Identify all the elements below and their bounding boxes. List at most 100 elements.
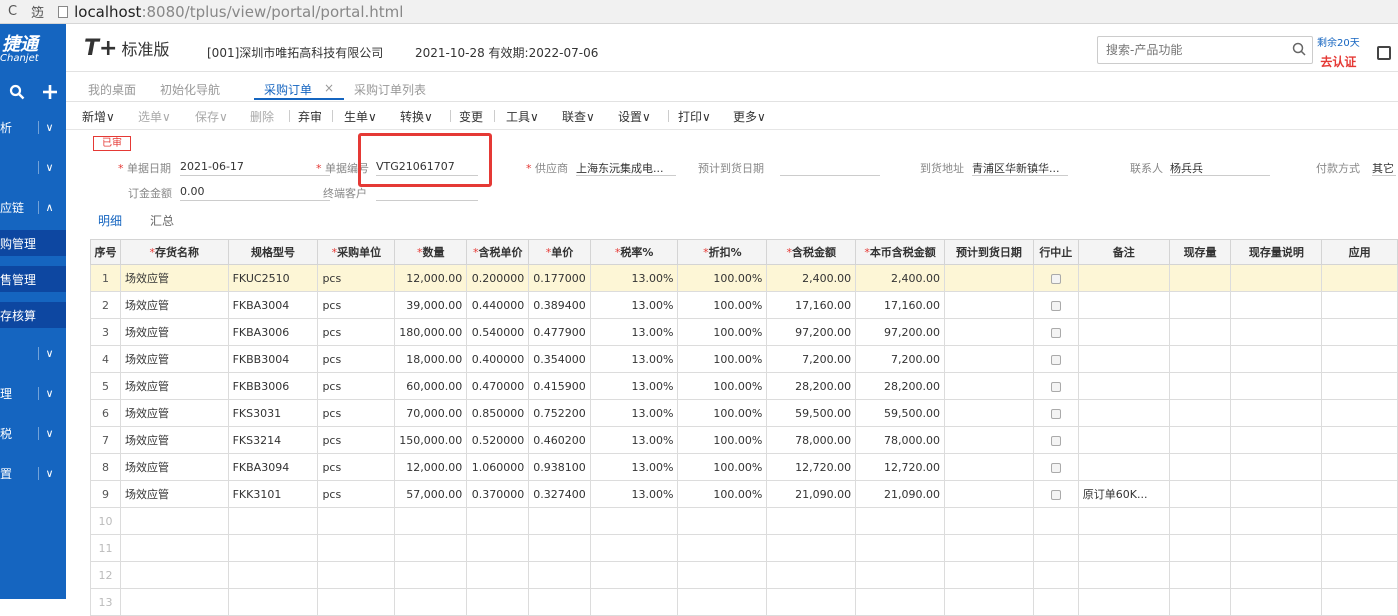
table-row-empty[interactable]: 12 [90, 561, 1398, 589]
table-cell[interactable] [944, 291, 1034, 319]
table-cell[interactable] [1032, 588, 1079, 616]
cell-local-amount[interactable]: 7,200.00 [855, 345, 946, 373]
cell-local-amount[interactable]: 78,000.00 [855, 426, 946, 454]
cell-discount[interactable]: 100.00% [677, 372, 768, 400]
change-button[interactable]: 变更 [459, 108, 483, 125]
table-cell[interactable] [766, 561, 857, 589]
tools-button[interactable]: 工具∨ [506, 108, 539, 125]
table-cell[interactable] [766, 534, 857, 562]
table-cell[interactable] [1230, 264, 1323, 292]
cell-tax-price[interactable]: 0.850000 [466, 399, 530, 427]
print-button[interactable]: 打印∨ [678, 108, 711, 125]
cell-unit[interactable]: pcs [317, 453, 396, 481]
table-row[interactable]: 8 场效应管 FKBA3094 pcs 12,000.00 1.060000 0.93810… [90, 453, 1398, 481]
table-cell[interactable] [1077, 534, 1170, 562]
cell-unit[interactable]: pcs [317, 291, 396, 319]
tab-detail[interactable]: 明细 [98, 212, 122, 229]
table-cell[interactable] [1077, 588, 1170, 616]
cell-discount[interactable]: 100.00% [677, 345, 768, 373]
cell-discount[interactable]: 100.00% [677, 264, 768, 292]
tab-desktop[interactable]: 我的桌面 [88, 81, 136, 98]
table-cell[interactable] [944, 372, 1034, 400]
tab-purchase-order[interactable]: 采购订单 [264, 81, 312, 98]
cell-spec[interactable]: FKBA3004 [227, 291, 319, 319]
table-cell[interactable] [944, 399, 1034, 427]
line-stop-cell[interactable] [1032, 453, 1079, 481]
cell-qty[interactable]: 39,000.00 [394, 291, 468, 319]
table-cell[interactable] [1230, 345, 1323, 373]
table-cell[interactable] [1230, 318, 1323, 346]
table-cell[interactable] [1230, 399, 1323, 427]
cell-unit[interactable]: pcs [317, 264, 396, 292]
table-cell[interactable] [1321, 507, 1398, 535]
table-cell[interactable] [1168, 399, 1232, 427]
cell-tax-price[interactable]: 1.060000 [466, 453, 530, 481]
cell-discount[interactable]: 100.00% [677, 480, 768, 508]
cell-amount[interactable]: 17,160.00 [766, 291, 857, 319]
cell-idx[interactable]: 2 [90, 291, 121, 319]
table-cell[interactable] [1168, 426, 1232, 454]
cell-remark[interactable] [1077, 291, 1170, 319]
cell-qty[interactable]: 57,000.00 [394, 480, 468, 508]
cell-remark[interactable] [1077, 453, 1170, 481]
sidebar-sub-sales[interactable]: 售管理 [0, 266, 66, 292]
cell-tax-price[interactable]: 0.540000 [466, 318, 530, 346]
checkbox-icon[interactable] [1050, 354, 1061, 365]
table-cell[interactable] [1230, 507, 1323, 535]
sidebar-sub-inventory[interactable]: 存核算 [0, 302, 66, 328]
table-cell[interactable] [1168, 372, 1232, 400]
cell-local-amount[interactable]: 21,090.00 [855, 480, 946, 508]
cell-idx[interactable]: 4 [90, 345, 121, 373]
cell-spec[interactable]: FKS3214 [227, 426, 319, 454]
cell-spec[interactable]: FKBA3006 [227, 318, 319, 346]
column-header[interactable]: 现存量说明 [1230, 239, 1323, 265]
table-cell[interactable] [677, 534, 768, 562]
table-cell[interactable] [528, 561, 591, 589]
cell-tax-rate[interactable]: 13.00% [589, 480, 679, 508]
table-cell[interactable] [677, 561, 768, 589]
table-cell[interactable] [1230, 561, 1323, 589]
query-button[interactable]: 联查∨ [562, 108, 595, 125]
cell-name[interactable]: 场效应管 [119, 399, 229, 427]
checkbox-icon[interactable] [1050, 462, 1061, 473]
column-header[interactable]: *单价 [528, 239, 591, 265]
table-cell[interactable] [855, 534, 946, 562]
table-cell[interactable] [1077, 507, 1170, 535]
checkbox-icon[interactable] [1050, 435, 1061, 446]
table-cell[interactable] [677, 507, 768, 535]
generate-button[interactable]: 生单∨ [344, 108, 377, 125]
line-stop-cell[interactable] [1032, 291, 1079, 319]
trash-icon[interactable]: 笾 [31, 2, 44, 21]
cell-remark[interactable] [1077, 426, 1170, 454]
table-cell[interactable] [227, 588, 319, 616]
table-cell[interactable] [1077, 561, 1170, 589]
sidebar-item-management[interactable]: 理 ∨ [0, 376, 66, 410]
sidebar-sub-purchase[interactable]: 购管理 [0, 230, 66, 256]
cell-unit[interactable]: pcs [317, 372, 396, 400]
cell-discount[interactable]: 100.00% [677, 291, 768, 319]
cell-idx[interactable]: 6 [90, 399, 121, 427]
table-cell[interactable] [119, 507, 229, 535]
cell-qty[interactable]: 60,000.00 [394, 372, 468, 400]
cell-local-amount[interactable]: 12,720.00 [855, 453, 946, 481]
table-row[interactable]: 5 场效应管 FKBB3006 pcs 60,000.00 0.470000 0.41590… [90, 372, 1398, 400]
table-cell[interactable] [1168, 453, 1232, 481]
cell-amount[interactable]: 59,500.00 [766, 399, 857, 427]
cell-idx[interactable]: 1 [90, 264, 121, 292]
table-cell[interactable] [1168, 318, 1232, 346]
cell-idx[interactable]: 3 [90, 318, 121, 346]
table-cell[interactable] [1168, 264, 1232, 292]
cell-tax-price[interactable]: 0.200000 [466, 264, 530, 292]
table-cell[interactable] [1230, 480, 1323, 508]
reload-icon[interactable]: C [8, 4, 17, 19]
table-cell[interactable] [855, 507, 946, 535]
table-cell[interactable] [944, 264, 1034, 292]
line-stop-cell[interactable] [1032, 345, 1079, 373]
contact-field[interactable]: 联系人 杨兵兵 [1130, 160, 1270, 176]
table-cell[interactable] [944, 588, 1034, 616]
search-box[interactable] [1097, 36, 1313, 64]
column-header[interactable]: *采购单位 [317, 239, 396, 265]
cell-discount[interactable]: 100.00% [677, 426, 768, 454]
column-header[interactable]: *税率% [589, 239, 679, 265]
cell-discount[interactable]: 100.00% [677, 399, 768, 427]
